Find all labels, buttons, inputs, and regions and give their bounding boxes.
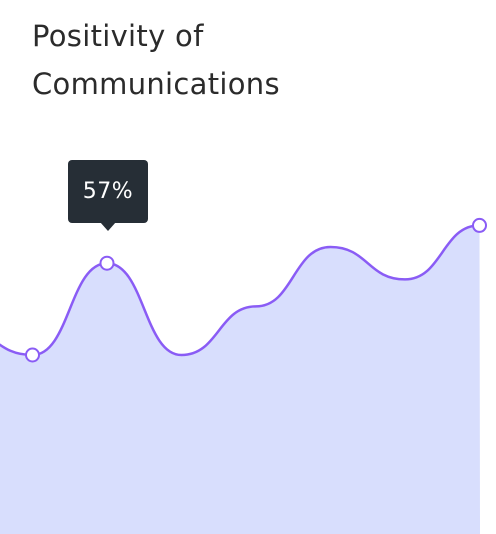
area-fill	[0, 225, 480, 534]
data-point-marker[interactable]	[472, 217, 487, 233]
positivity-card: Positivity of Communications 57%	[0, 0, 496, 534]
tooltip-value: 57%	[82, 179, 134, 204]
value-tooltip: 57%	[68, 160, 148, 223]
tooltip-pointer	[100, 222, 116, 231]
data-point-marker[interactable]	[25, 347, 40, 363]
highlighted-point-marker[interactable]	[99, 255, 115, 271]
positivity-area-chart	[0, 217, 487, 534]
